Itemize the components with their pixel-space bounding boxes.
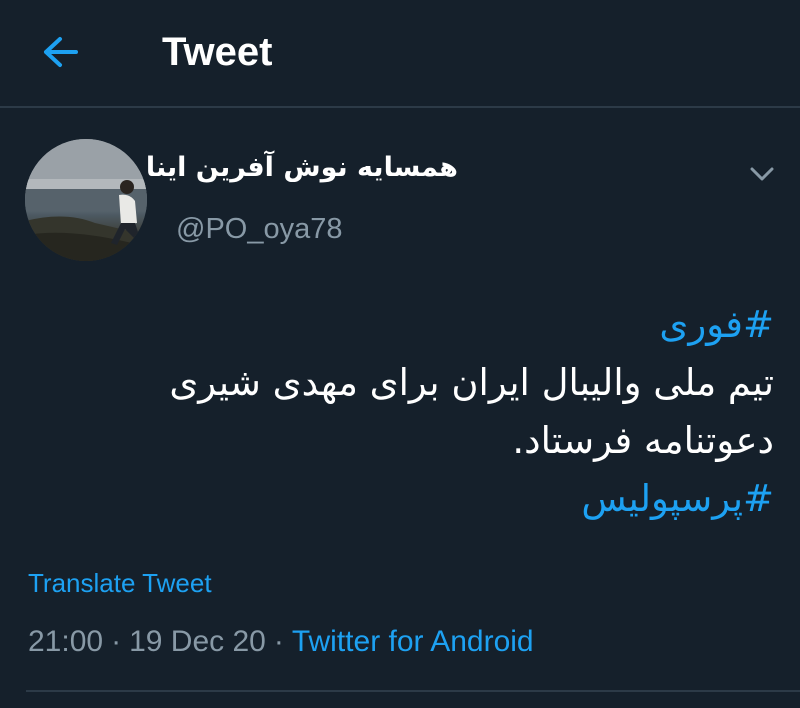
meta-separator: ·	[273, 625, 284, 658]
tweet-time: 21:00	[28, 625, 104, 658]
back-button[interactable]	[32, 28, 88, 76]
arrow-left-icon	[44, 37, 78, 67]
author-handle[interactable]: @PO_oya78	[176, 211, 342, 247]
top-bar: Tweet	[0, 0, 800, 108]
tweet-text-line: دعوتنامه فرستاد.	[512, 419, 774, 462]
avatar[interactable]	[25, 139, 147, 261]
author-display-name[interactable]: همسایه نوش آفرین اینا	[146, 148, 458, 188]
tweet-metadata: 21:00 · 19 Dec 20 · Twitter for Android	[28, 622, 534, 662]
meta-separator: ·	[111, 625, 122, 658]
tweet-text: #فوری تیم ملی والیبال ایران برای مهدی شی…	[54, 296, 774, 528]
divider	[26, 690, 800, 692]
tweet-date: 19 Dec 20	[129, 625, 266, 658]
tweet-detail-screen: Tweet همسایه نوش آفرین اینا @PO_oya78 #ف…	[0, 0, 800, 708]
translate-tweet-link[interactable]: Translate Tweet	[28, 565, 212, 601]
page-title: Tweet	[162, 30, 273, 74]
tweet-source-link[interactable]: Twitter for Android	[292, 625, 534, 658]
hashtag-link[interactable]: #فوری	[54, 296, 774, 354]
tweet-more-button[interactable]	[744, 156, 780, 192]
hashtag-link[interactable]: #پرسپولیس	[54, 470, 774, 528]
tweet-text-line: تیم ملی والیبال ایران برای مهدی شیری	[169, 361, 774, 404]
avatar-image	[25, 139, 147, 261]
chevron-down-icon	[750, 167, 774, 181]
